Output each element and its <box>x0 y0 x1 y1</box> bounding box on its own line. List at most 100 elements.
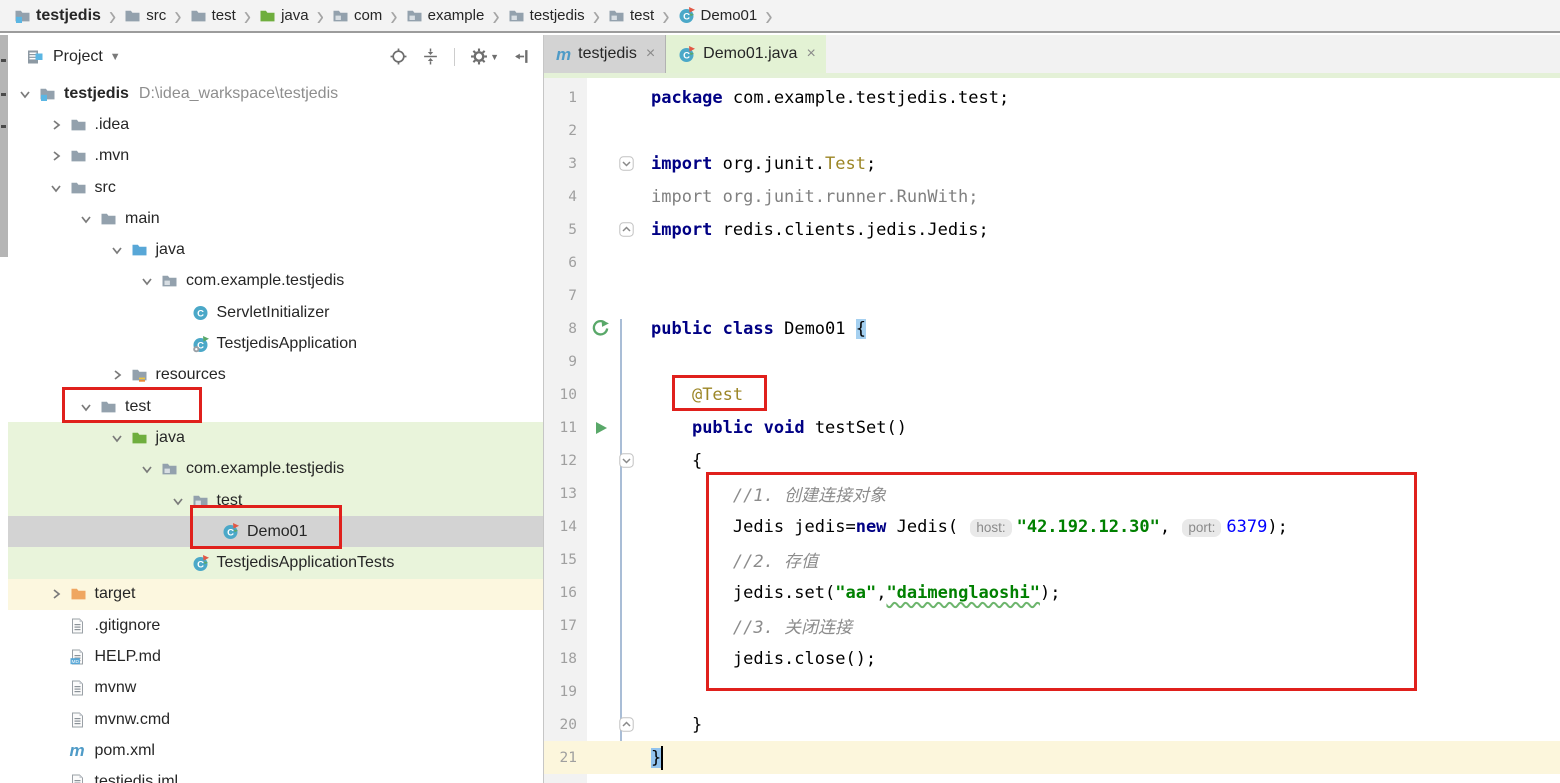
close-icon[interactable]: × <box>646 45 655 63</box>
tree-item-test[interactable]: test <box>8 485 543 516</box>
class-test-icon: C <box>678 7 696 24</box>
code-line-5[interactable]: 5import redis.clients.jedis.Jedis; <box>544 213 1560 246</box>
chevron-down-icon[interactable] <box>110 431 124 445</box>
tree-item-resources[interactable]: resources <box>8 360 543 391</box>
fold-marker-icon[interactable] <box>614 156 639 171</box>
tree-item-label: .idea <box>95 116 130 134</box>
tree-item-main[interactable]: main <box>8 203 543 234</box>
tree-item-target[interactable]: target <box>8 579 543 610</box>
chevron-right-icon[interactable] <box>110 368 124 382</box>
code-line-14[interactable]: 14 Jedis jedis=new Jedis( host:"42.192.1… <box>544 510 1560 543</box>
breadcrumb-label: testjedis <box>530 7 585 24</box>
code-area[interactable]: 1package com.example.testjedis.test;23im… <box>544 78 1560 783</box>
code-line-16[interactable]: 16 jedis.set("aa","daimenglaoshi"); <box>544 576 1560 609</box>
code-line-17[interactable]: 17 //3. 关闭连接 <box>544 609 1560 642</box>
code-line-18[interactable]: 18 jedis.close(); <box>544 642 1560 675</box>
tree-item-pom.xml[interactable]: mpom.xml <box>8 735 543 766</box>
chevron-down-icon[interactable] <box>79 212 93 226</box>
code-line-8[interactable]: 8public class Demo01 { <box>544 312 1560 345</box>
tree-item-HELP.md[interactable]: MDHELP.md <box>8 641 543 672</box>
tree-item-test[interactable]: test <box>8 391 543 422</box>
code-line-15[interactable]: 15 //2. 存值 <box>544 543 1560 576</box>
toolbar-divider <box>454 48 455 66</box>
code-line-12[interactable]: 12 { <box>544 444 1560 477</box>
breadcrumb-item-java[interactable]: java <box>259 7 309 24</box>
tree-item-Demo01[interactable]: CDemo01 <box>8 516 543 547</box>
code-text: //3. 关闭连接 <box>639 613 852 638</box>
tree-item-.gitignore[interactable]: .gitignore <box>8 610 543 641</box>
locate-button[interactable] <box>390 48 407 65</box>
tree-item-TestjedisApplication[interactable]: CTestjedisApplication <box>8 328 543 359</box>
chevron-down-icon[interactable] <box>18 87 32 101</box>
code-line-4[interactable]: 4import org.junit.runner.RunWith; <box>544 180 1560 213</box>
chevron-right-icon[interactable] <box>49 587 63 601</box>
chevron-down-icon[interactable] <box>49 181 63 195</box>
breadcrumb-item-testjedis[interactable]: testjedis <box>508 7 585 24</box>
tool-window-stripe[interactable] <box>0 35 8 257</box>
chevron-down-icon[interactable] <box>171 494 185 508</box>
tree-item-com.example.testjedis[interactable]: com.example.testjedis <box>8 454 543 485</box>
chevron-down-icon[interactable] <box>110 243 124 257</box>
breadcrumb-item-com[interactable]: com <box>332 7 382 24</box>
tree-item-.idea[interactable]: .idea <box>8 109 543 140</box>
code-line-19[interactable]: 19 <box>544 675 1560 708</box>
fold-marker-icon[interactable] <box>614 453 639 468</box>
code-line-9[interactable]: 9 <box>544 345 1560 378</box>
editor-tab-Demo01.java[interactable]: CDemo01.java× <box>666 35 826 73</box>
tree-item-label: java <box>156 429 185 447</box>
breadcrumb-item-Demo01[interactable]: CDemo01 <box>678 7 758 24</box>
code-line-6[interactable]: 6 <box>544 246 1560 279</box>
tree-item-src[interactable]: src <box>8 172 543 203</box>
collapse-all-button[interactable] <box>422 48 439 65</box>
breadcrumb-item-testjedis[interactable]: testjedis <box>14 7 101 25</box>
tree-item-mvnw[interactable]: mvnw <box>8 673 543 704</box>
code-line-3[interactable]: 3import org.junit.Test; <box>544 147 1560 180</box>
chevron-down-icon[interactable] <box>140 462 154 476</box>
code-line-2[interactable]: 2 <box>544 114 1560 147</box>
code-text: import org.junit.runner.RunWith; <box>639 187 979 207</box>
breadcrumb-item-example[interactable]: example <box>406 7 485 24</box>
close-icon[interactable]: × <box>806 45 815 63</box>
chevron-spacer <box>171 337 185 351</box>
tree-item-ServletInitializer[interactable]: CServletInitializer <box>8 297 543 328</box>
tree-item-mvnw.cmd[interactable]: mvnw.cmd <box>8 704 543 735</box>
chevron-down-icon[interactable] <box>79 400 93 414</box>
hide-button[interactable] <box>514 48 531 65</box>
chevron-down-icon[interactable] <box>140 274 154 288</box>
chevron-right-icon[interactable] <box>49 149 63 163</box>
breadcrumb-item-test[interactable]: test <box>608 7 654 24</box>
chevron-down-icon[interactable]: ▼ <box>110 51 121 63</box>
tree-item-com.example.testjedis[interactable]: com.example.testjedis <box>8 266 543 297</box>
project-tree: testjedisD:\idea_warkspace\testjedis .ide… <box>8 78 543 783</box>
chevron-right-icon[interactable] <box>49 118 63 132</box>
code-line-11[interactable]: 11 public void testSet() <box>544 411 1560 444</box>
editor-tab-bar: mtestjedis×CDemo01.java× <box>544 35 1560 73</box>
code-line-7[interactable]: 7 <box>544 279 1560 312</box>
tree-item-testjedis.iml[interactable]: testjedis.iml <box>8 767 543 783</box>
code-line-20[interactable]: 20 } <box>544 708 1560 741</box>
code-line-21[interactable]: 21} <box>544 741 1560 774</box>
tree-item-java[interactable]: java <box>8 422 543 453</box>
breadcrumb-separator-icon: › <box>593 2 600 30</box>
code-line-10[interactable]: 10 @Test <box>544 378 1560 411</box>
fold-marker-icon[interactable] <box>614 222 639 237</box>
tree-item-testjedis[interactable]: testjedisD:\idea_warkspace\testjedis <box>8 78 543 109</box>
tree-item-java[interactable]: java <box>8 234 543 265</box>
fold-marker-icon[interactable] <box>614 717 639 732</box>
run-class-icon[interactable] <box>587 319 614 338</box>
source-folder-icon <box>131 242 150 258</box>
editor-tab-testjedis[interactable]: mtestjedis× <box>544 35 666 73</box>
code-line-1[interactable]: 1package com.example.testjedis.test; <box>544 81 1560 114</box>
breadcrumb-item-src[interactable]: src <box>124 7 166 24</box>
excluded-folder-icon <box>70 586 89 602</box>
settings-button[interactable]: ▼ <box>470 48 499 65</box>
tree-item-TestjedisApplicationTests[interactable]: CTestjedisApplicationTests <box>8 547 543 578</box>
ide-window: testjedis›src›test›java›com›example›test… <box>0 0 1560 783</box>
code-line-13[interactable]: 13 //1. 创建连接对象 <box>544 477 1560 510</box>
run-test-icon[interactable] <box>587 420 614 436</box>
tree-item-label: test <box>125 398 151 416</box>
tree-item-label: Demo01 <box>247 523 307 541</box>
project-panel: Project ▼ ▼ testjedisD:\idea_warkspace\t… <box>8 35 544 783</box>
tree-item-.mvn[interactable]: .mvn <box>8 141 543 172</box>
breadcrumb-item-test[interactable]: test <box>190 7 236 24</box>
